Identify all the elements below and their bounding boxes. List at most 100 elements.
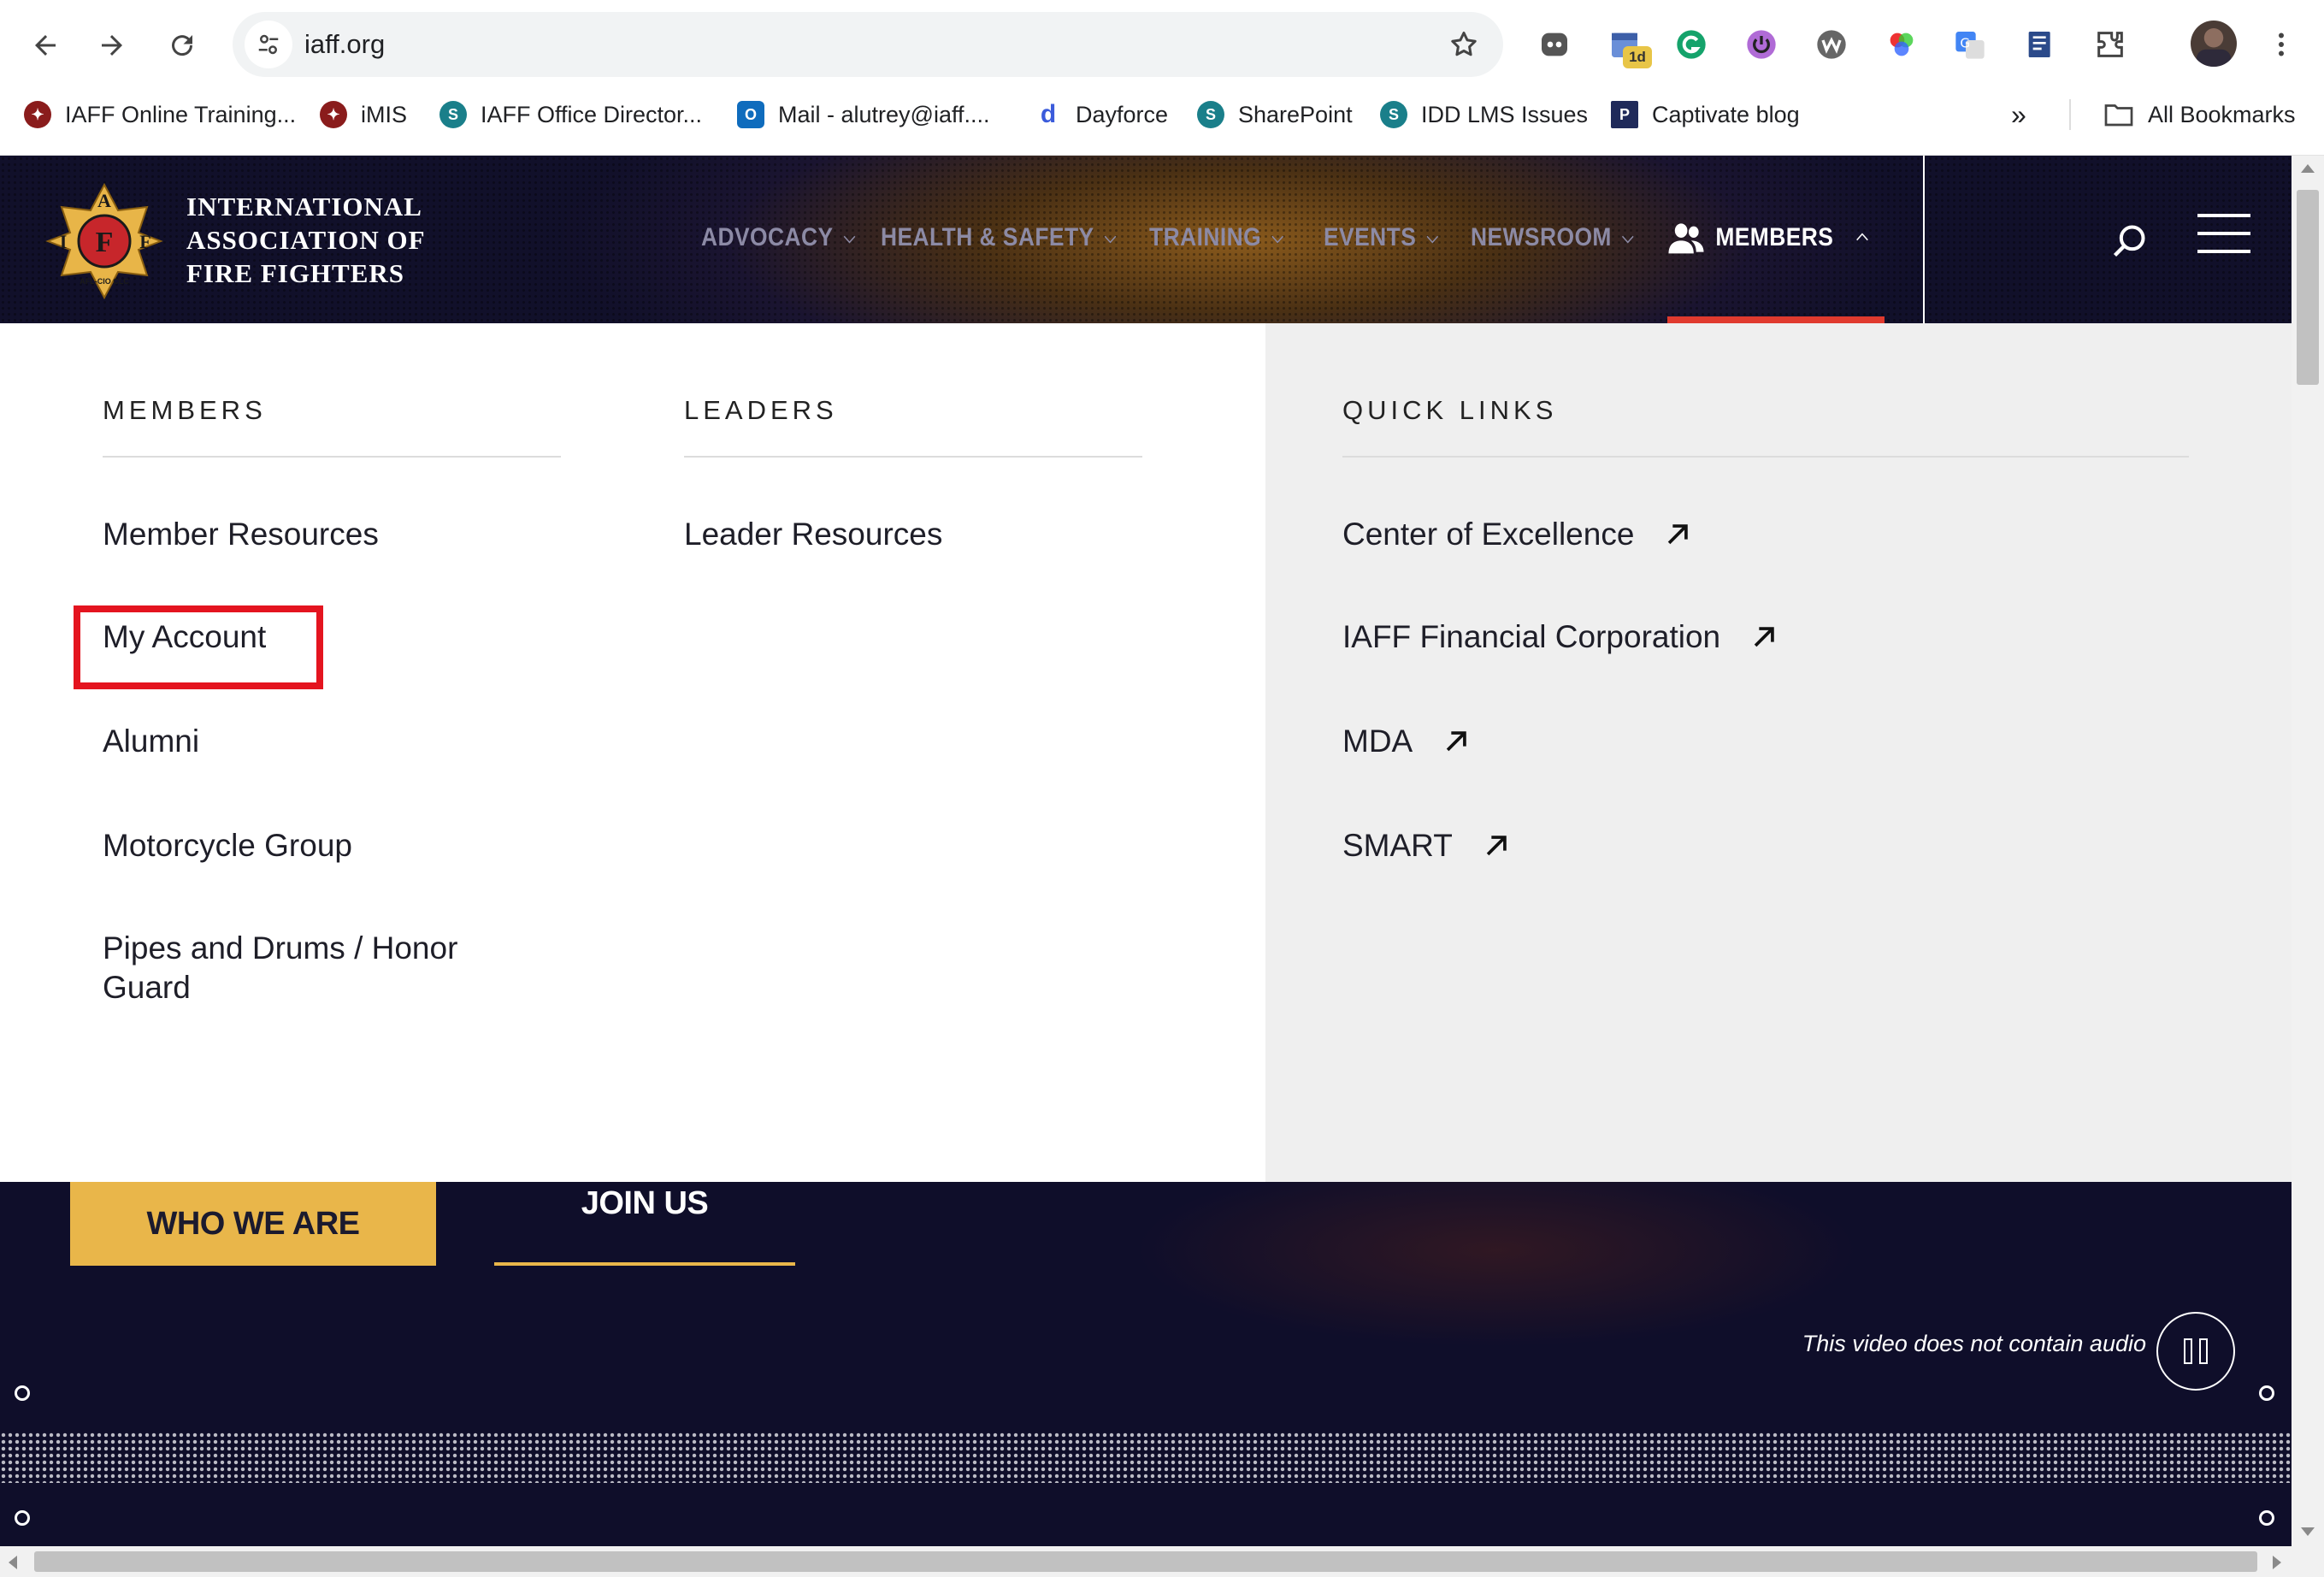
external-arrow-icon bbox=[1668, 524, 1689, 545]
more-bookmarks-chevron-icon[interactable]: » bbox=[2011, 97, 2026, 132]
extension-wordtune-icon[interactable] bbox=[1811, 24, 1852, 65]
nav-training[interactable]: TRAINING ⌵ bbox=[1149, 217, 1283, 258]
scroll-down-arrow-icon[interactable] bbox=[2300, 1526, 2315, 1538]
site-header: F A I F AFL-CIO CLC INTERNATIONAL ASSOCI… bbox=[0, 156, 2292, 323]
reload-icon bbox=[172, 35, 193, 56]
pause-icon bbox=[2199, 1338, 2208, 1364]
nav-label: TRAINING bbox=[1149, 223, 1262, 251]
quick-link-iaff-financial[interactable]: IAFF Financial Corporation bbox=[1342, 617, 1778, 657]
bookmark-item[interactable]: ✦ iMIS bbox=[320, 97, 407, 132]
quick-link-label: MDA bbox=[1342, 724, 1413, 759]
bookmark-label: Mail - alutrey@iaff.... bbox=[778, 101, 990, 127]
nav-events[interactable]: EVENTS ⌵ bbox=[1324, 217, 1438, 258]
column-divider bbox=[684, 456, 1142, 458]
horizontal-scroll-thumb[interactable] bbox=[34, 1551, 2257, 1572]
quick-link-mda[interactable]: MDA bbox=[1342, 722, 1471, 761]
all-bookmarks-label: All Bookmarks bbox=[2148, 101, 2296, 127]
leaders-column-heading: LEADERS bbox=[684, 395, 838, 425]
video-pause-button[interactable] bbox=[2156, 1312, 2235, 1391]
quick-link-label: Center of Excellence bbox=[1342, 517, 1635, 552]
bookmark-item[interactable]: O Mail - alutrey@iaff.... bbox=[737, 97, 989, 132]
members-people-icon bbox=[1668, 223, 1704, 254]
extension-calendar-icon[interactable]: 1d bbox=[1604, 24, 1652, 68]
menu-link-leader-resources[interactable]: Leader Resources bbox=[684, 515, 942, 554]
menu-link-alumni[interactable]: Alumni bbox=[103, 722, 199, 761]
nav-label: MEMBERS bbox=[1715, 223, 1834, 251]
site-info-button[interactable] bbox=[245, 21, 292, 68]
extension-reader-icon[interactable] bbox=[2020, 24, 2061, 65]
iaff-logo[interactable]: F A I F AFL-CIO CLC bbox=[44, 181, 164, 301]
hamburger-menu-icon[interactable] bbox=[2197, 214, 2250, 253]
org-name[interactable]: INTERNATIONAL ASSOCIATION OF FIRE FIGHTE… bbox=[186, 190, 469, 290]
bookmark-label: IAFF Online Training... bbox=[65, 101, 297, 127]
all-bookmarks-button[interactable]: All Bookmarks bbox=[2103, 97, 2296, 132]
nav-advocacy[interactable]: ADVOCACY ⌵ bbox=[701, 217, 856, 258]
bookmark-star-icon[interactable] bbox=[1448, 29, 1479, 60]
profile-avatar[interactable] bbox=[2191, 21, 2237, 67]
pause-icon bbox=[2184, 1338, 2192, 1364]
vertical-scrollbar[interactable] bbox=[2292, 156, 2324, 1546]
who-we-are-button[interactable]: WHO WE ARE bbox=[70, 1182, 436, 1266]
hero-glow bbox=[941, 1182, 2052, 1438]
browser-menu-icon[interactable] bbox=[2261, 24, 2302, 65]
quick-links-panel: QUICK LINKS Center of Excellence IAFF Fi… bbox=[1265, 323, 2292, 1182]
org-name-line: FIRE FIGHTERS bbox=[186, 258, 405, 288]
org-name-line: INTERNATIONAL bbox=[186, 192, 422, 221]
back-arrow-icon bbox=[35, 35, 56, 56]
quick-link-smart[interactable]: SMART bbox=[1342, 826, 1511, 865]
logo-letter-top: A bbox=[97, 190, 111, 211]
quick-link-center-of-excellence[interactable]: Center of Excellence bbox=[1342, 515, 1692, 554]
bookmark-item[interactable]: P Captivate blog bbox=[1611, 97, 1800, 132]
extension-colorpick-icon[interactable] bbox=[1881, 24, 1922, 65]
bookmark-item[interactable]: S SharePoint bbox=[1197, 97, 1353, 132]
nav-label: ADVOCACY bbox=[701, 223, 834, 251]
quick-link-label: IAFF Financial Corporation bbox=[1342, 619, 1721, 654]
forward-button[interactable] bbox=[82, 15, 142, 75]
sharepoint-icon: S bbox=[1380, 101, 1407, 128]
extensions-puzzle-icon[interactable] bbox=[2090, 24, 2131, 65]
video-audio-note: This video does not contain audio bbox=[1802, 1331, 2146, 1356]
bookmark-item[interactable]: S IDD LMS Issues bbox=[1380, 97, 1588, 132]
nav-health-safety[interactable]: HEALTH & SAFETY ⌵ bbox=[881, 217, 1117, 258]
page: iaff.org 1d G ✦ IAFF Online Training... … bbox=[0, 0, 2324, 1577]
captivate-icon: P bbox=[1611, 101, 1638, 128]
menu-link-pipes-drums[interactable]: Pipes and Drums / Honor Guard bbox=[103, 929, 547, 1007]
nav-members[interactable]: MEMBERS ⌵ bbox=[1667, 217, 1868, 258]
chevron-down-icon: ⌵ bbox=[843, 227, 856, 247]
vertical-scroll-thumb[interactable] bbox=[2297, 190, 2319, 385]
logo-letter-left: I bbox=[60, 231, 68, 252]
bookmark-item[interactable]: d Dayforce bbox=[1035, 97, 1168, 132]
search-icon[interactable] bbox=[2110, 222, 2148, 260]
chevron-down-icon: ⌵ bbox=[1426, 227, 1439, 247]
nav-label: NEWSROOM bbox=[1471, 223, 1612, 251]
extension-copilot-icon[interactable] bbox=[1534, 24, 1575, 65]
nav-newsroom[interactable]: NEWSROOM ⌵ bbox=[1471, 217, 1634, 258]
join-us-button[interactable]: JOIN US bbox=[494, 1182, 795, 1266]
menu-link-member-resources[interactable]: Member Resources bbox=[103, 515, 379, 554]
bookmark-label: IDD LMS Issues bbox=[1421, 101, 1589, 127]
scroll-right-arrow-icon[interactable] bbox=[2271, 1555, 2283, 1570]
nav-label: HEALTH & SAFETY bbox=[881, 223, 1094, 251]
back-button[interactable] bbox=[15, 15, 75, 75]
logo-letter-right: F bbox=[139, 231, 150, 252]
scroll-up-arrow-icon[interactable] bbox=[2300, 162, 2315, 174]
chevron-down-icon: ⌵ bbox=[1104, 227, 1117, 247]
quick-link-label: SMART bbox=[1342, 828, 1453, 863]
extension-translate-icon[interactable]: G bbox=[1949, 24, 1991, 65]
horizontal-scrollbar[interactable] bbox=[0, 1546, 2324, 1577]
bookmark-item[interactable]: S IAFF Office Director... bbox=[439, 97, 702, 132]
extension-grammarly-icon[interactable] bbox=[1671, 24, 1712, 65]
forward-arrow-icon bbox=[102, 35, 122, 56]
scroll-left-arrow-icon[interactable] bbox=[7, 1555, 19, 1570]
address-bar[interactable]: iaff.org bbox=[233, 12, 1503, 77]
chevron-down-icon: ⌵ bbox=[1622, 227, 1634, 247]
url-text[interactable]: iaff.org bbox=[304, 12, 385, 77]
external-arrow-icon bbox=[1486, 836, 1507, 856]
extension-power-icon[interactable] bbox=[1741, 24, 1782, 65]
menu-link-motorcycle-group[interactable]: Motorcycle Group bbox=[103, 826, 352, 865]
bookmark-item[interactable]: ✦ IAFF Online Training... bbox=[24, 97, 296, 132]
iaff-emblem-icon: ✦ bbox=[320, 101, 347, 128]
header-divider bbox=[1923, 156, 1925, 323]
sharepoint-icon: S bbox=[439, 101, 467, 128]
reload-button[interactable] bbox=[152, 15, 212, 75]
